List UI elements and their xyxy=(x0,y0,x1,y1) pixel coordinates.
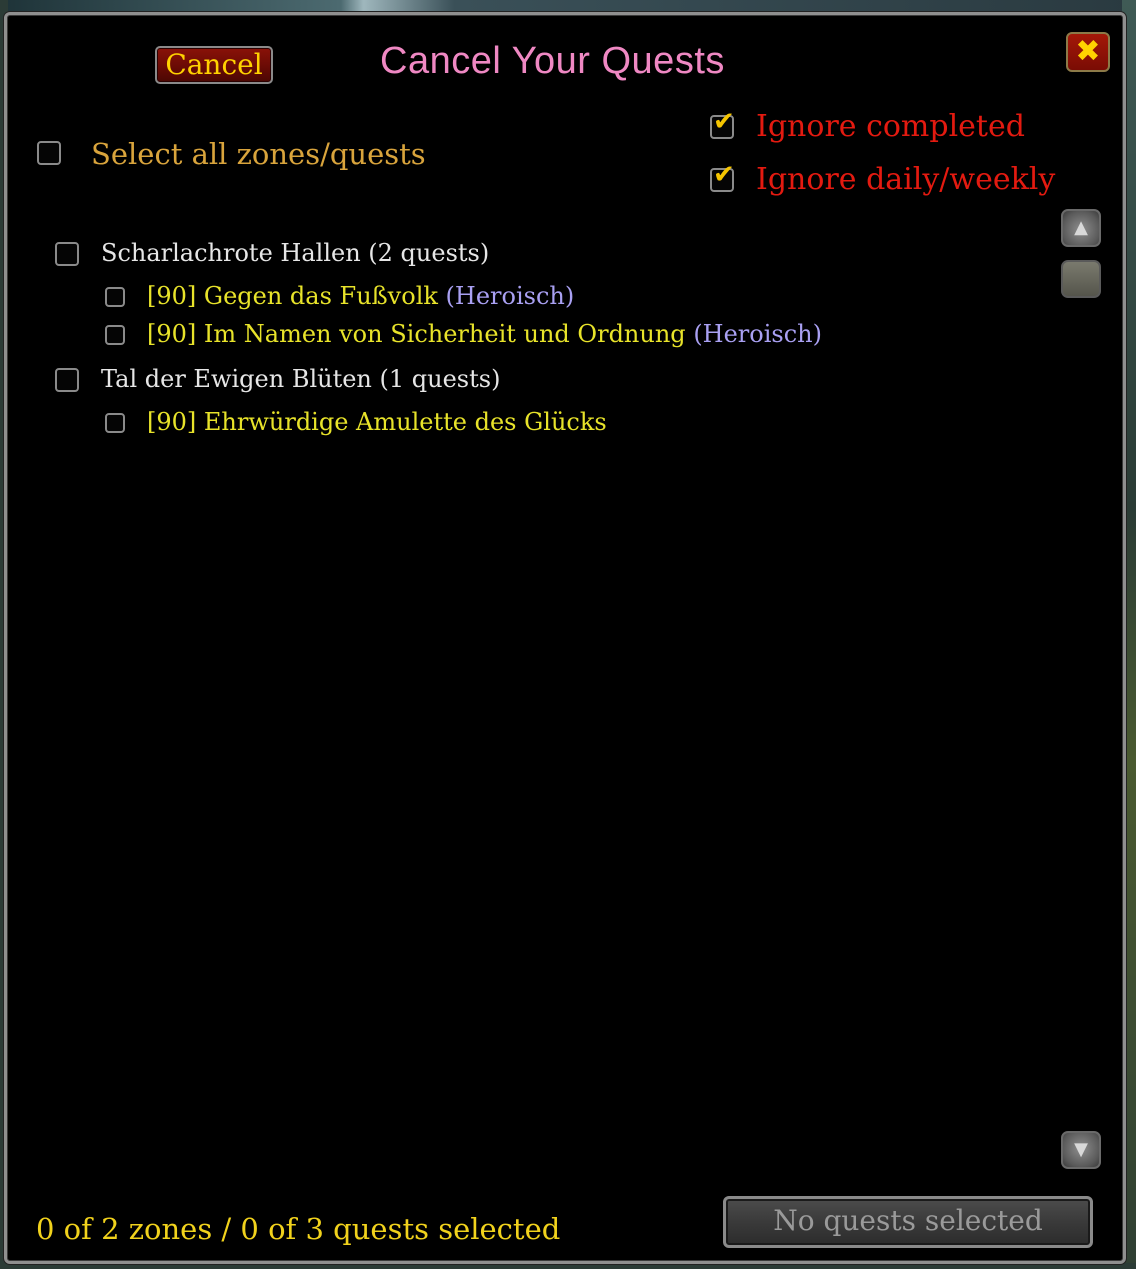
quest-difficulty-tag: (Heroisch) xyxy=(445,282,575,310)
quest-item: [90] Ehrwürdige Amulette des Glücks xyxy=(147,408,607,436)
quest-checkbox[interactable] xyxy=(105,287,125,307)
select-all-checkbox[interactable] xyxy=(37,141,61,165)
scrollbar-thumb[interactable] xyxy=(1061,260,1101,298)
cancel-quests-dialog xyxy=(4,12,1126,1264)
quest-checkbox[interactable] xyxy=(105,413,125,433)
close-icon: ✖ xyxy=(1075,34,1101,69)
ignore-completed-checkbox[interactable] xyxy=(710,107,735,139)
zone-label: Tal der Ewigen Blüten (1 quests) xyxy=(101,365,501,393)
zone-checkbox[interactable] xyxy=(55,242,79,266)
cancel-button[interactable]: Cancel xyxy=(155,46,273,84)
ignore-daily-weekly-checkbox[interactable] xyxy=(710,160,735,192)
selection-status: 0 of 2 zones / 0 of 3 quests selected xyxy=(36,1212,561,1246)
ignore-completed-label: Ignore completed xyxy=(756,109,1025,144)
scroll-down-button[interactable]: ▼ xyxy=(1061,1131,1101,1169)
zone-checkbox[interactable] xyxy=(55,368,79,392)
quest-label: [90] Ehrwürdige Amulette des Glücks xyxy=(147,408,607,436)
quest-difficulty-tag: (Heroisch) xyxy=(693,320,822,348)
scroll-down-icon: ▼ xyxy=(1074,1139,1088,1160)
ignore-daily-weekly-label: Ignore daily/weekly xyxy=(756,162,1056,197)
close-button[interactable]: ✖ xyxy=(1066,32,1110,72)
quest-item: [90] Im Namen von Sicherheit und Ordnung… xyxy=(147,320,822,348)
quest-label: [90] Gegen das Fußvolk xyxy=(147,282,438,310)
scroll-up-button[interactable]: ▲ xyxy=(1061,209,1101,247)
quest-checkbox[interactable] xyxy=(105,325,125,345)
select-all-label: Select all zones/quests xyxy=(91,137,426,171)
cancel-selected-quests-button[interactable]: No quests selected xyxy=(723,1196,1093,1248)
dialog-title: Cancel Your Quests xyxy=(380,40,725,82)
quest-item: [90] Gegen das Fußvolk (Heroisch) xyxy=(147,282,574,310)
quest-label: [90] Im Namen von Sicherheit und Ordnung xyxy=(147,320,686,348)
zone-label: Scharlachrote Hallen (2 quests) xyxy=(101,239,490,267)
scroll-up-icon: ▲ xyxy=(1074,217,1088,238)
